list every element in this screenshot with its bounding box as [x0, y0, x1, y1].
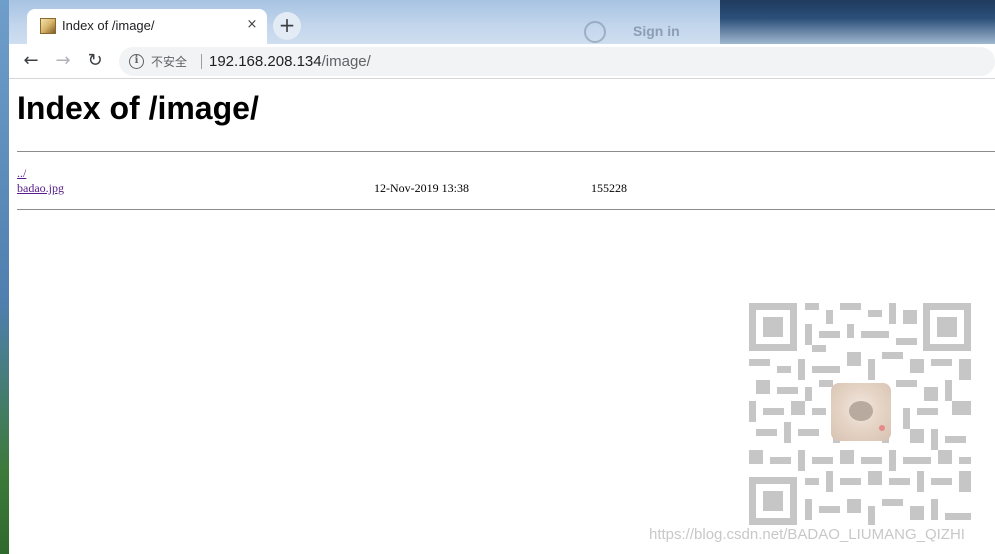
- pug-tongue: [879, 425, 885, 431]
- url-host: 192.168.208.134: [209, 53, 322, 70]
- tab-title: Index of /image/: [62, 18, 155, 33]
- forward-arrow-icon[interactable]: →: [50, 49, 76, 73]
- url-text[interactable]: 192.168.208.134/image/: [209, 53, 371, 70]
- back-arrow-icon[interactable]: ←: [18, 49, 44, 73]
- new-tab-button[interactable]: +: [273, 12, 301, 40]
- parent-directory-link[interactable]: ../: [17, 166, 26, 180]
- omnibox-divider: [201, 54, 202, 69]
- file-link[interactable]: badao.jpg: [17, 181, 64, 195]
- blog-watermark: https://blog.csdn.net/BADAO_LIUMANG_QIZH…: [649, 526, 965, 543]
- close-tab-icon[interactable]: ×: [243, 16, 261, 34]
- pug-avatar-icon: [831, 383, 891, 441]
- sign-in-button[interactable]: Sign in: [633, 23, 680, 39]
- page-title: Index of /image/: [17, 90, 259, 126]
- security-status[interactable]: 不安全: [151, 53, 187, 70]
- file-date: 12-Nov-2019 13:38: [374, 181, 469, 195]
- url-path: /image/: [321, 53, 371, 70]
- address-bar[interactable]: i 不安全 192.168.208.134/image/: [119, 47, 995, 76]
- browser-toolbar: ← → ↻ i 不安全 192.168.208.134/image/: [9, 44, 995, 79]
- info-icon[interactable]: i: [129, 54, 144, 69]
- desktop-edge: [0, 0, 9, 554]
- desktop-background: [720, 0, 995, 46]
- list-item: badao.jpg 12-Nov-2019 13:38 155228: [17, 181, 627, 196]
- list-item: ../: [17, 166, 26, 181]
- profile-icon[interactable]: [584, 21, 606, 43]
- page-content: Index of /image/ ../ badao.jpg 12-Nov-20…: [9, 80, 995, 554]
- page-favicon-icon: [40, 18, 56, 34]
- reload-icon[interactable]: ↻: [82, 49, 108, 73]
- pug-face: [849, 401, 873, 421]
- file-size: 155228: [591, 181, 627, 195]
- divider: [17, 209, 995, 210]
- tab-index-of-image[interactable]: Index of /image/ ×: [27, 9, 267, 44]
- divider: [17, 151, 995, 152]
